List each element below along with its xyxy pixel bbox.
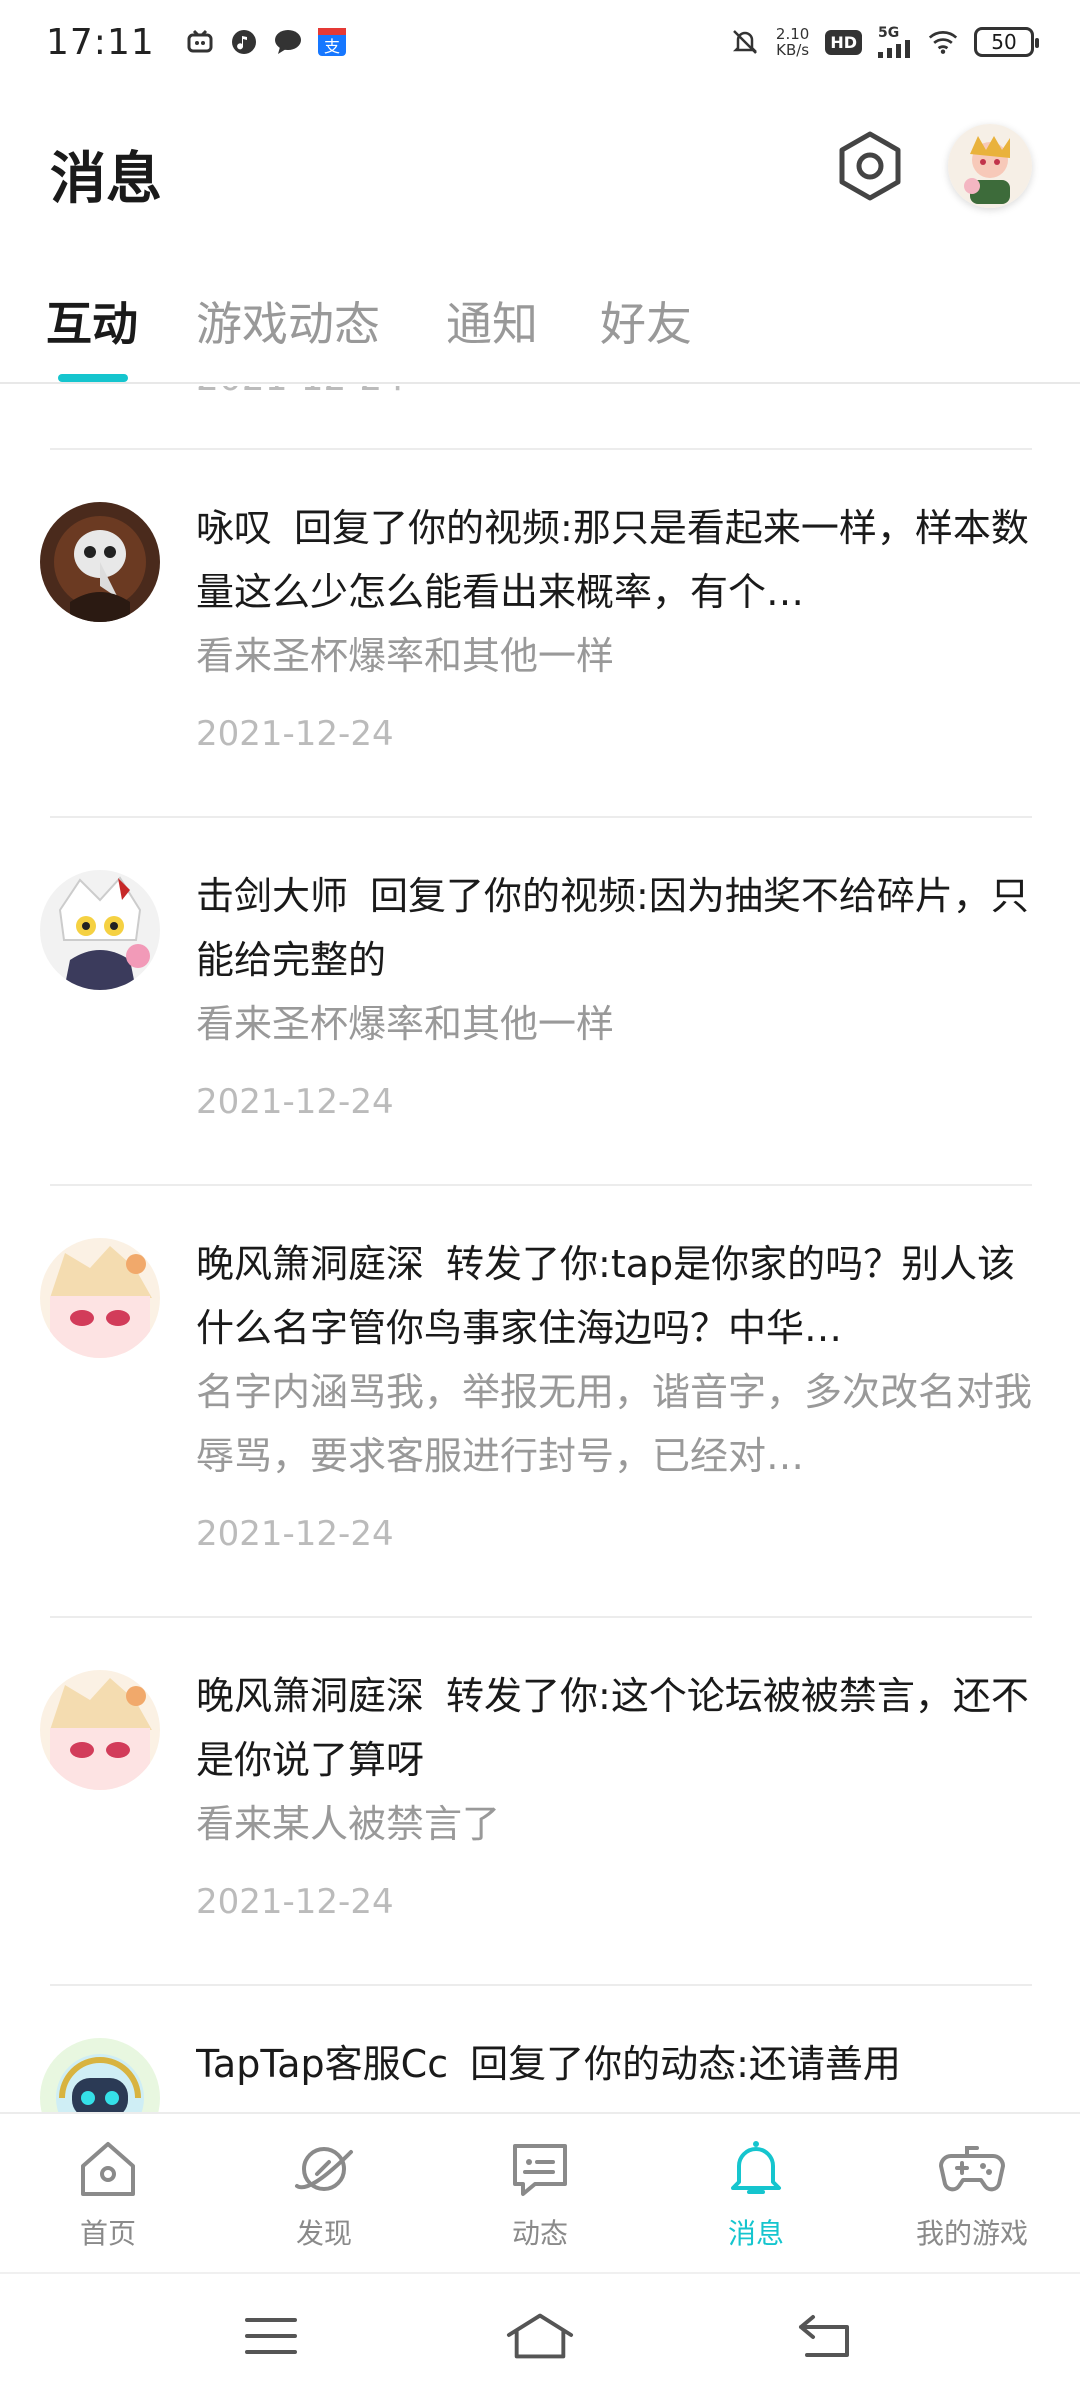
menu-icon [245,2318,297,2354]
gamepad-icon [939,2146,1005,2192]
message-username[interactable]: 晚风箫洞庭深 [196,1674,424,1718]
nav-my-games[interactable]: 我的游戏 [882,2134,1062,2252]
tab-bar: 互动 游戏动态 通知 好友 [0,280,1080,384]
nav-messages[interactable]: 消息 [666,2134,846,2252]
message-action: 回复了你的视频: [370,874,649,918]
alipay-app-icon: 支 [317,27,347,57]
music-app-icon [229,27,259,57]
tv-app-icon [185,27,215,57]
message-body: TapTap客服Cc 回复了你的动态:还请善用 [196,2032,1036,2096]
message-text: 晚风箫洞庭深 转发了你:tap是你家的吗？别人该什么名字管你鸟事家住海边吗？中华… [196,1232,1036,1360]
house-outline-icon [506,2313,574,2359]
message-username[interactable]: TapTap客服Cc [196,2042,448,2086]
status-right: 2.10 KB/s HD 5G 50 [730,25,1039,59]
nav-label: 我的游戏 [915,2217,1028,2250]
avatar[interactable] [40,1670,160,1790]
message-date: 2021-12-24 [196,1082,394,1122]
nav-label: 发现 [295,2217,352,2250]
divider [50,448,1032,450]
avatar[interactable] [40,870,160,990]
message-username[interactable]: 咏叹 [196,506,272,550]
recent-apps-button[interactable] [236,2306,306,2366]
tab-game-updates[interactable]: 游戏动态 [196,288,380,354]
status-bar: 17:11 支 2.10 KB/s HD 5G 50 [0,0,1080,84]
active-tab-indicator [58,374,128,382]
back-arrow-icon [799,2315,849,2357]
divider [50,816,1032,818]
nav-discover[interactable]: 发现 [234,2134,414,2252]
system-nav-bar [0,2272,1080,2400]
message-body: 击剑大师 回复了你的视频:因为抽奖不给碎片，只能给完整的 看来圣杯爆率和其他一样 … [196,864,1036,1122]
message-date: 2021-12-24 [196,1882,394,1922]
message-date: 2021-12-24 [196,1514,394,1554]
avatar[interactable] [40,1238,160,1358]
home-icon [81,2142,135,2196]
mute-bell-icon [730,27,760,57]
message-quote[interactable]: 看来某人被禁言了 [196,1792,1036,1856]
nav-feed[interactable]: 动态 [450,2134,630,2252]
divider [50,1184,1032,1186]
message-text: 咏叹 回复了你的视频:那只是看起来一样，样本数量这么少怎么能看出来概率，有个… [196,496,1036,624]
divider [50,1616,1032,1618]
hd-badge: HD [825,29,862,55]
message-text: 击剑大师 回复了你的视频:因为抽奖不给碎片，只能给完整的 [196,864,1036,992]
svg-text:支: 支 [324,37,340,56]
message-quote[interactable]: 看来圣杯爆率和其他一样 [196,624,1036,688]
bottom-nav: 首页 发现 动态 消息 我的游戏 [0,2112,1080,2272]
divider [50,1984,1032,1986]
tab-interaction[interactable]: 互动 [46,288,138,354]
message-action: 回复了你的动态: [470,2042,749,2086]
tab-friends[interactable]: 好友 [600,288,692,354]
message-quote[interactable]: 名字内涵骂我，举报无用，谐音字，多次改名对我辱骂，要求客服进行封号，已经对… [196,1360,1036,1488]
message-username[interactable]: 击剑大师 [196,874,348,918]
message-app-icon [273,27,303,57]
system-home-button[interactable] [505,2306,575,2366]
user-avatar[interactable] [948,124,1032,208]
page-title: 消息 [50,147,162,212]
message-action: 转发了你: [446,1242,611,1286]
message-date: 2021-12-24 [196,714,394,754]
signal-5g-icon: 5G [878,26,912,58]
nav-label: 消息 [727,2217,784,2250]
hexagon-settings-icon [839,131,901,201]
message-date: 2021-12-24 [196,386,405,399]
message-text: TapTap客服Cc 回复了你的动态:还请善用 [196,2032,1036,2096]
message-list[interactable]: 2021-12-24 咏叹回复了你的视频:那只是看起来一样，样本数量这么少怎么能… [0,386,1080,2112]
battery-indicator: 50 [974,27,1039,57]
message-body: 晚风箫洞庭深 转发了你:这个论坛被被禁言，还不是你说了算呀 看来某人被禁言了 20… [196,1664,1036,1922]
message-body: 晚风箫洞庭深 转发了你:tap是你家的吗？别人该什么名字管你鸟事家住海边吗？中华…… [196,1232,1036,1554]
system-back-button[interactable] [790,2306,860,2366]
planet-icon [295,2147,353,2191]
message-text: 晚风箫洞庭深 转发了你:这个论坛被被禁言，还不是你说了算呀 [196,1664,1036,1792]
message-quote[interactable]: 看来圣杯爆率和其他一样 [196,992,1036,1056]
status-time: 17:11 [46,21,155,63]
bell-icon [731,2141,781,2194]
message-action: 回复了你的视频: [294,506,573,550]
settings-button[interactable] [830,126,910,206]
tab-notifications[interactable]: 通知 [446,288,538,354]
avatar[interactable] [40,2038,160,2112]
nav-label: 动态 [511,2217,568,2250]
nav-home[interactable]: 首页 [18,2134,198,2252]
message-content: 还请善用 [748,2042,901,2086]
header: 消息 [0,84,1080,254]
chat-card-icon [513,2144,567,2196]
wifi-icon [928,27,958,57]
message-body: 咏叹 回复了你的视频:那只是看起来一样，样本数量这么少怎么能看出来概率，有个… 看… [196,496,1036,754]
message-username[interactable]: 晚风箫洞庭深 [196,1242,424,1286]
net-speed: 2.10 KB/s [775,25,810,59]
message-action: 转发了你: [446,1674,611,1718]
avatar[interactable] [40,502,160,622]
notification-icons: 支 [185,27,347,57]
nav-label: 首页 [79,2217,136,2250]
